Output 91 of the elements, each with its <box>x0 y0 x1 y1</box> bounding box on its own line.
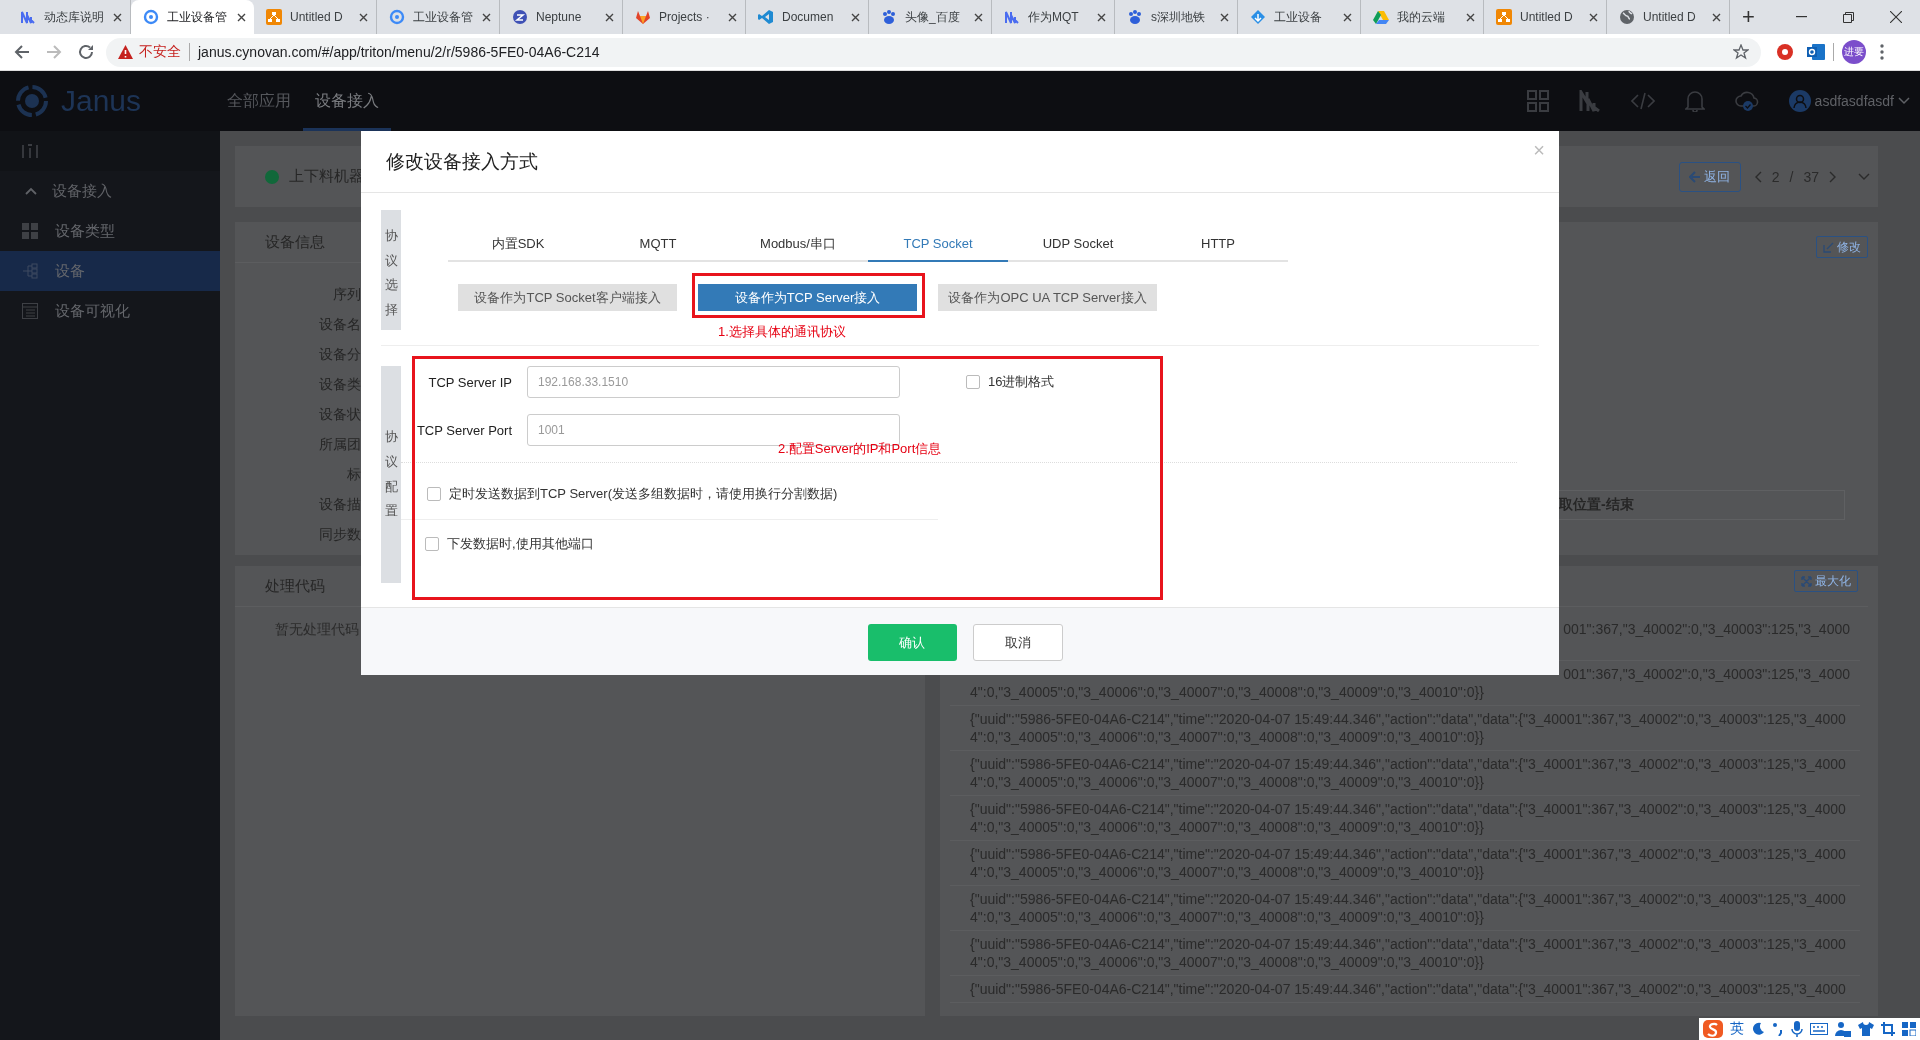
back-icon[interactable] <box>14 44 30 60</box>
restore-icon[interactable] <box>1843 11 1854 23</box>
back-button[interactable]: 返回 <box>1678 161 1741 192</box>
kite-icon <box>1250 9 1266 25</box>
checkbox[interactable] <box>427 487 441 501</box>
close-icon[interactable] <box>1712 12 1721 22</box>
cloud-check-icon[interactable] <box>1734 90 1759 112</box>
close-icon[interactable] <box>1589 12 1598 22</box>
microphone-icon[interactable] <box>1791 1021 1803 1037</box>
diagram-icon <box>266 9 282 25</box>
tree-icon <box>22 263 38 279</box>
protocol-tab[interactable]: 内置SDK <box>448 230 588 262</box>
profile-avatar[interactable]: 进要 <box>1842 40 1866 64</box>
caret-up-icon <box>25 187 37 195</box>
cancel-button[interactable]: 取消 <box>972 624 1063 661</box>
browser-tab[interactable]: 工业设备管 <box>131 0 254 34</box>
person-icon[interactable] <box>1835 1021 1851 1037</box>
mode-button[interactable]: 设备作为OPC UA TCP Server接入 <box>938 284 1157 311</box>
ring-icon <box>143 9 159 25</box>
shirt-icon[interactable] <box>1858 1022 1874 1036</box>
close-icon[interactable] <box>1466 12 1475 22</box>
protocol-tab[interactable]: Modbus/串口 <box>728 230 868 262</box>
close-icon[interactable] <box>1343 12 1352 22</box>
protocol-tab[interactable]: MQTT <box>588 230 728 262</box>
close-icon[interactable] <box>359 12 368 22</box>
diagram-icon <box>1496 9 1512 25</box>
logo-ring-icon <box>15 84 49 118</box>
paw-icon <box>881 9 897 25</box>
stripes-icon <box>20 9 36 25</box>
expand-icon <box>1801 575 1812 587</box>
mode-button[interactable]: 设备作为TCP Socket客户端接入 <box>458 284 677 311</box>
checkbox[interactable] <box>425 537 439 551</box>
protocol-tab[interactable]: UDP Socket <box>1008 230 1148 262</box>
fox-icon <box>635 9 651 25</box>
menu-icon[interactable] <box>1880 44 1884 60</box>
moon-icon[interactable] <box>1751 1022 1765 1036</box>
grid-icon <box>22 223 38 239</box>
user-avatar-icon <box>1788 90 1811 112</box>
annotation-text: 1.选择具体的通讯协议 <box>718 323 847 341</box>
sidebar-toggle-icon[interactable] <box>22 143 38 159</box>
page-separator: / <box>1789 168 1794 185</box>
close-icon[interactable] <box>113 12 122 22</box>
protocol-tab[interactable]: HTTP <box>1148 230 1288 262</box>
security-warning: 不安全 <box>139 43 181 61</box>
close-icon[interactable] <box>974 12 983 22</box>
status-dot <box>265 169 279 184</box>
bookmark-star-icon[interactable] <box>1733 44 1749 60</box>
triangle-icon <box>1373 9 1389 25</box>
disc-icon <box>512 9 528 25</box>
close-icon[interactable] <box>851 12 860 22</box>
app-logo: Janus <box>61 84 142 118</box>
ribbon-icon <box>758 9 774 25</box>
keyboard-icon[interactable] <box>1810 1023 1828 1035</box>
section-label: 协议配置 <box>381 366 401 583</box>
reload-icon[interactable] <box>78 44 94 60</box>
paw-icon <box>1127 9 1143 25</box>
mode-button[interactable]: 设备作为TCP Server接入 <box>698 284 917 311</box>
mail-app-icon[interactable] <box>1807 44 1825 60</box>
section-label: 协议选择 <box>381 210 401 330</box>
checkbox[interactable] <box>966 375 980 389</box>
protocol-tab[interactable]: TCP Socket <box>868 230 1008 262</box>
close-icon[interactable] <box>482 12 491 22</box>
punctuation-icon[interactable] <box>1772 1022 1784 1036</box>
new-tab-button[interactable]: + <box>1742 6 1755 28</box>
edit-button[interactable]: 修改 <box>1816 236 1868 258</box>
checkbox-label: 定时发送数据到TCP Server(发送多组数据时，请使用换行分割数据) <box>449 485 838 503</box>
address-field[interactable]: janus.cynovan.com/#/app/triton/menu/2/r/5986-5FE0-04A6-C214 <box>198 44 600 60</box>
document-icon <box>22 303 38 319</box>
close-icon[interactable] <box>237 12 246 22</box>
tiles-icon[interactable] <box>1902 1022 1916 1036</box>
close-icon[interactable] <box>1890 11 1902 23</box>
ring-icon <box>389 9 405 25</box>
arrow-left-icon <box>1689 170 1702 183</box>
maximize-button[interactable]: 最大化 <box>1794 570 1858 592</box>
stripes-icon <box>1004 9 1020 25</box>
checkbox-label: 16进制格式 <box>988 373 1055 391</box>
chevron-down-icon <box>1898 97 1910 105</box>
input-mode[interactable]: 英 <box>1730 1020 1744 1038</box>
field-label: TCP Server Port <box>415 422 513 438</box>
globe-icon <box>1619 9 1635 25</box>
dialog-title: 修改设备接入方式 <box>386 149 538 174</box>
close-icon[interactable] <box>605 12 614 22</box>
minimize-icon[interactable] <box>1796 16 1807 18</box>
field-label: TCP Server IP <box>427 374 513 390</box>
close-icon[interactable] <box>728 12 737 22</box>
record-icon[interactable] <box>1777 44 1793 60</box>
close-icon[interactable] <box>1097 12 1106 22</box>
crop-icon[interactable] <box>1881 1022 1895 1036</box>
checkbox-label: 下发数据时,使用其他端口 <box>447 535 594 553</box>
warning-icon <box>118 45 133 59</box>
close-icon[interactable] <box>1220 12 1229 22</box>
